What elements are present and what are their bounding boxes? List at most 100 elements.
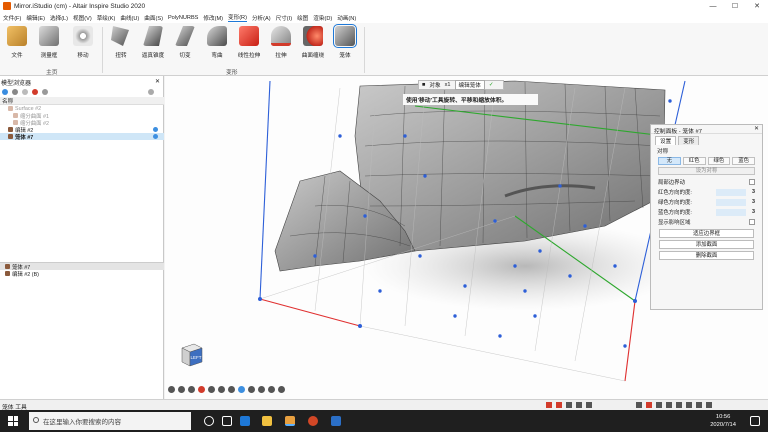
- isolate-icon[interactable]: [32, 89, 38, 95]
- menu-item[interactable]: 文件(F): [3, 14, 21, 22]
- camera-icon[interactable]: [258, 386, 265, 393]
- degree-value[interactable]: 3: [752, 209, 755, 215]
- status-icon[interactable]: [676, 402, 682, 408]
- status-icon[interactable]: [586, 402, 592, 408]
- panel-close-icon[interactable]: ✕: [155, 78, 160, 85]
- confirm-icon[interactable]: ✓: [489, 82, 494, 88]
- snap-icon[interactable]: [278, 386, 285, 393]
- status-icon[interactable]: [706, 402, 712, 408]
- menu-item[interactable]: PolyNURBS: [168, 15, 198, 21]
- control-panel-tab[interactable]: 变形: [678, 136, 700, 145]
- filter-icon[interactable]: [2, 89, 8, 95]
- cage-action-button[interactable]: 适应边界框: [659, 229, 754, 238]
- control-panel-tab[interactable]: 设置: [655, 136, 677, 145]
- degree-value[interactable]: 3: [752, 199, 755, 205]
- menu-item[interactable]: 变形(R): [228, 13, 247, 22]
- degree-slider[interactable]: [716, 208, 746, 216]
- inspire-studio-icon[interactable]: [285, 416, 295, 426]
- menu-item[interactable]: 绘图: [297, 14, 308, 22]
- menu-item[interactable]: 渲染(D): [313, 14, 332, 22]
- close-button[interactable]: ✕: [746, 0, 768, 12]
- file-tool-button[interactable]: 文件: [2, 26, 32, 59]
- vs-code-icon[interactable]: [240, 416, 250, 426]
- cortana-icon[interactable]: [204, 416, 214, 426]
- pan-icon[interactable]: [178, 386, 185, 393]
- menu-item[interactable]: 视图(V): [73, 14, 92, 22]
- menu-item[interactable]: 尺寸(I): [276, 14, 292, 22]
- set-symmetric-button[interactable]: 设为对称: [658, 167, 755, 175]
- degree-slider[interactable]: [716, 188, 746, 196]
- visibility-dot-icon[interactable]: [153, 127, 158, 132]
- light-icon[interactable]: [248, 386, 255, 393]
- render-icon[interactable]: [238, 386, 245, 393]
- show-all-icon[interactable]: [12, 89, 18, 95]
- move-tool-button[interactable]: 移动: [68, 26, 98, 59]
- menu-item[interactable]: 动画(N): [337, 14, 356, 22]
- twist-tool-button[interactable]: 扭转: [106, 26, 136, 59]
- close-icon[interactable]: ■: [422, 82, 425, 88]
- search-icon[interactable]: [148, 89, 154, 95]
- section-icon[interactable]: [228, 386, 235, 393]
- visibility-dot-icon[interactable]: [153, 134, 158, 139]
- symmetry-option-button[interactable]: 蓝色: [732, 157, 755, 165]
- fit-icon[interactable]: [198, 386, 205, 393]
- file-explorer-icon[interactable]: [262, 416, 272, 426]
- status-icon[interactable]: [546, 402, 552, 408]
- shear-tool-button[interactable]: 切变: [170, 26, 200, 59]
- grid-icon[interactable]: [268, 386, 275, 393]
- panel-close-icon[interactable]: ✕: [754, 126, 759, 132]
- property-checkbox[interactable]: [749, 219, 755, 225]
- surface-wrap-tool-button[interactable]: 曲面缠绕: [298, 26, 328, 59]
- shaded-icon[interactable]: [208, 386, 215, 393]
- hide-icon[interactable]: [22, 89, 28, 95]
- windows-start-icon[interactable]: [8, 416, 18, 426]
- symmetry-option-button[interactable]: 绿色: [707, 157, 731, 165]
- symmetry-option-button[interactable]: 红色: [682, 157, 706, 165]
- minimize-button[interactable]: —: [702, 0, 724, 12]
- notification-icon[interactable]: [750, 416, 760, 426]
- cage-action-button[interactable]: 删除截面: [659, 251, 754, 260]
- status-icon[interactable]: [686, 402, 692, 408]
- menu-item[interactable]: 草绘(K): [97, 14, 116, 22]
- status-icon[interactable]: [556, 402, 562, 408]
- status-icon[interactable]: [566, 402, 572, 408]
- zoom-icon[interactable]: [188, 386, 195, 393]
- measure-box-tool-button[interactable]: 测量框: [34, 26, 64, 59]
- menu-item[interactable]: 修改(M): [203, 14, 223, 22]
- linear-stretch-tool-button[interactable]: 线性拉伸: [234, 26, 264, 59]
- property-checkbox[interactable]: [749, 179, 755, 185]
- edit-cage-button[interactable]: 编辑笼体: [454, 80, 485, 90]
- menu-item[interactable]: 编辑(E): [26, 14, 45, 22]
- status-icon[interactable]: [646, 402, 652, 408]
- status-icon[interactable]: [696, 402, 702, 408]
- taper-tool-button[interactable]: 逼真锥度: [138, 26, 168, 59]
- layer-icon[interactable]: [42, 89, 48, 95]
- stretch-tool-button[interactable]: 拉伸: [266, 26, 296, 59]
- orbit-icon[interactable]: [168, 386, 175, 393]
- powerpoint-icon[interactable]: [308, 416, 318, 426]
- status-icon[interactable]: [656, 402, 662, 408]
- status-icon[interactable]: [636, 402, 642, 408]
- menu-item[interactable]: 曲面(S): [144, 14, 163, 22]
- maximize-button[interactable]: ☐: [724, 0, 746, 12]
- task-view-icon[interactable]: [222, 416, 232, 426]
- status-icon[interactable]: [576, 402, 582, 408]
- cage-tool-button[interactable]: 笼体: [330, 24, 360, 59]
- view-cube[interactable]: LEFT: [178, 340, 206, 370]
- menu-item[interactable]: 选择(L): [50, 14, 68, 22]
- degree-value[interactable]: 3: [752, 189, 755, 195]
- cage-action-button[interactable]: 添加截面: [659, 240, 754, 249]
- menu-item[interactable]: 分析(A): [252, 14, 271, 22]
- taskbar-search-input[interactable]: 在这里输入你要搜索的内容: [29, 412, 191, 430]
- tree-item[interactable]: 笼体 #7: [0, 133, 164, 141]
- bend-tool-button[interactable]: 弯曲: [202, 26, 232, 59]
- symmetry-option-button[interactable]: 无: [658, 157, 681, 165]
- degree-slider[interactable]: [716, 198, 746, 206]
- status-icon[interactable]: [666, 402, 672, 408]
- taskbar-clock[interactable]: 10:56 2020/7/14: [710, 413, 736, 429]
- wireframe-icon[interactable]: [218, 386, 225, 393]
- history-item[interactable]: 编辑 #2 (B): [0, 270, 164, 278]
- menu-item[interactable]: 曲线(U): [120, 14, 139, 22]
- media-player-icon[interactable]: [331, 416, 341, 426]
- mirror-housing[interactable]: [354, 80, 666, 252]
